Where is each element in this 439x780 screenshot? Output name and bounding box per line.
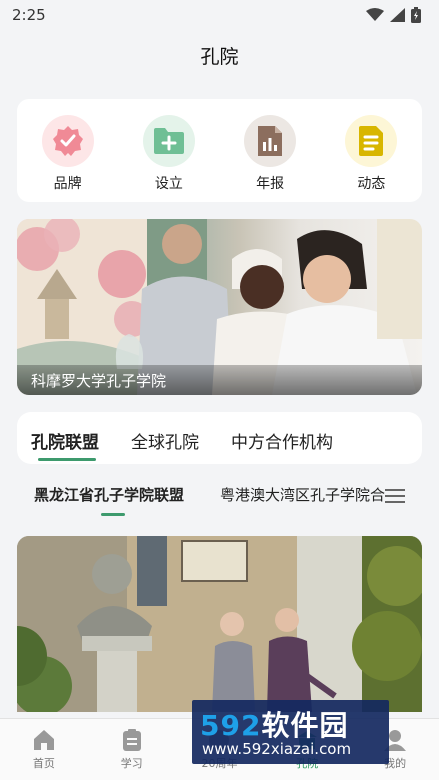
signal-icon xyxy=(390,8,405,22)
subtab-active-indicator xyxy=(101,513,125,516)
watermark-url: www.592xiazai.com xyxy=(202,740,352,758)
quick-link-annual-report[interactable]: 年报 xyxy=(230,115,310,193)
nav-label: 首页 xyxy=(32,757,55,770)
badge-check-icon xyxy=(41,115,94,167)
tab-global-institutes[interactable]: 全球孔院 xyxy=(131,428,199,453)
quick-link-label: 动态 xyxy=(357,176,386,192)
banner-caption: 科摩罗大学孔子学院 xyxy=(17,365,422,395)
tab-alliance[interactable]: 孔院联盟 xyxy=(31,428,99,453)
nav-item-study[interactable]: 学习 xyxy=(88,719,176,780)
watermark-digits: 592 xyxy=(200,709,262,742)
home-icon xyxy=(33,730,54,750)
wifi-icon xyxy=(366,8,384,21)
alliance-photo xyxy=(17,536,422,712)
alliance-photo-card[interactable] xyxy=(17,536,422,712)
status-time: 2:25 xyxy=(12,6,46,24)
nav-item-home[interactable]: 首页 xyxy=(0,719,88,780)
status-icons xyxy=(366,7,421,23)
quick-links-card: 品牌 设立 年报 动态 xyxy=(17,99,422,202)
watermark-brand-text: 软件园 xyxy=(261,709,349,742)
document-icon xyxy=(345,115,398,167)
nav-label: 学习 xyxy=(120,757,143,770)
subtab-heilongjiang-alliance[interactable]: 黑龙江省孔子学院联盟 xyxy=(34,484,184,505)
watermark-logo: 592软件园 xyxy=(200,704,348,744)
quick-link-label: 年报 xyxy=(256,176,285,192)
battery-icon xyxy=(411,7,421,23)
quick-link-label: 品牌 xyxy=(53,176,82,192)
page-title: 孔院 xyxy=(200,46,239,68)
tab-chinese-partners[interactable]: 中方合作机构 xyxy=(231,428,333,453)
quick-link-setup[interactable]: 设立 xyxy=(129,115,209,193)
menu-icon[interactable] xyxy=(385,488,405,504)
clipboard-icon xyxy=(122,729,141,751)
status-bar: 2:25 xyxy=(0,0,439,30)
subtab-greater-bay-area[interactable]: 粤港澳大湾区孔子学院合 xyxy=(220,484,385,505)
folder-add-icon xyxy=(142,115,195,167)
watermark: 592软件园 www.592xiazai.com xyxy=(192,700,389,764)
quick-link-brand[interactable]: 品牌 xyxy=(28,115,108,193)
report-icon xyxy=(244,115,297,167)
quick-link-label: 设立 xyxy=(154,176,183,192)
category-tabs: 孔院联盟 全球孔院 中方合作机构 xyxy=(17,412,422,464)
quick-link-news[interactable]: 动态 xyxy=(331,115,411,193)
tab-active-indicator xyxy=(38,458,96,461)
banner-carousel[interactable]: 科摩罗大学孔子学院 xyxy=(17,219,422,395)
